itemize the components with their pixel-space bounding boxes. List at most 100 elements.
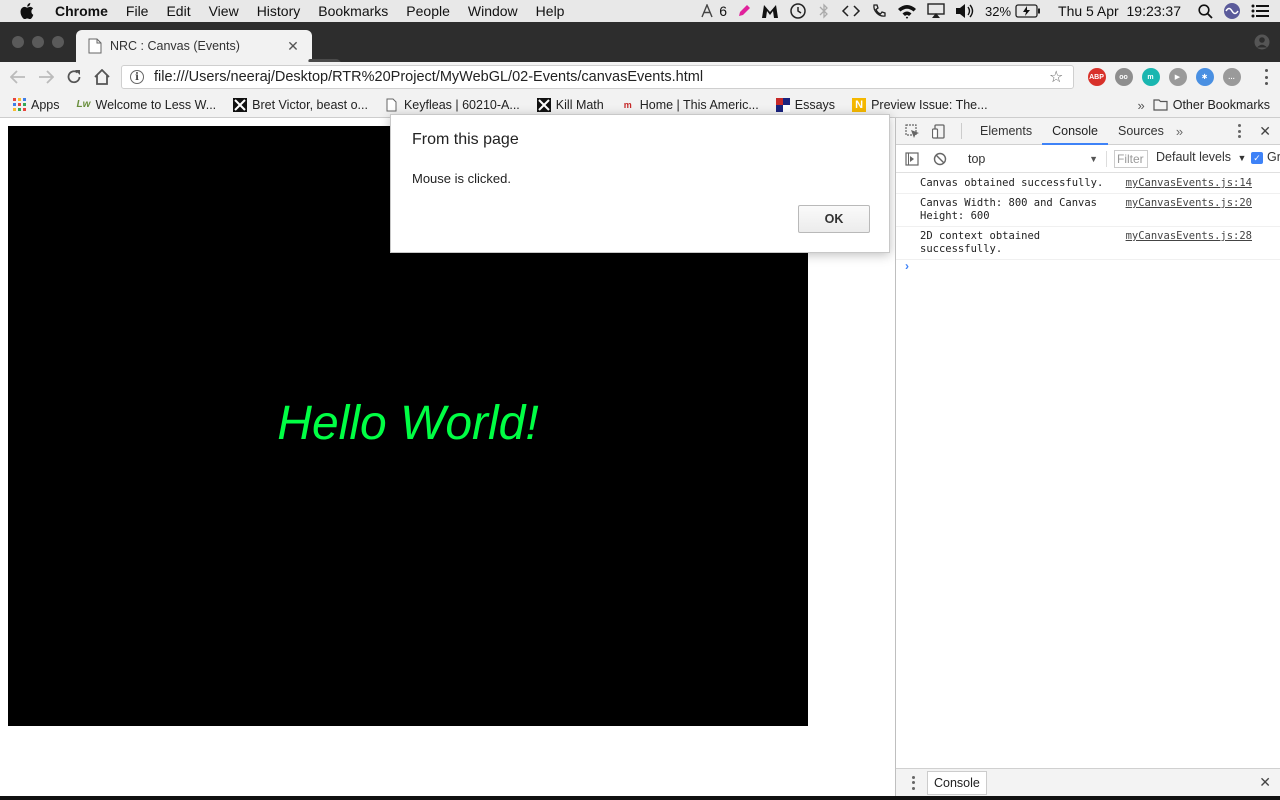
console-source-link[interactable]: myCanvasEvents.js:14: [1126, 177, 1252, 190]
menu-file[interactable]: File: [117, 0, 158, 22]
spotlight-search-icon[interactable]: [1193, 0, 1218, 22]
extension-chat-icon[interactable]: …: [1222, 68, 1241, 86]
menu-chrome[interactable]: Chrome: [46, 0, 117, 22]
console-toolbar: top ▼ Filter Default levels ▼ ✓ Gr: [896, 145, 1280, 173]
address-bar[interactable]: i file:///Users/neeraj/Desktop/RTR%20Pro…: [121, 65, 1074, 89]
log-levels-dropdown[interactable]: Default levels ▼: [1156, 150, 1246, 164]
clear-console-icon[interactable]: [928, 147, 952, 171]
airplay-icon[interactable]: [922, 0, 950, 22]
code-icon[interactable]: [836, 0, 866, 22]
menu-history[interactable]: History: [248, 0, 310, 22]
phone-icon[interactable]: [866, 0, 892, 22]
bluetooth-icon[interactable]: [812, 0, 836, 22]
bookmark-keyfleas[interactable]: Keyfleas | 60210-A...: [385, 98, 520, 112]
bookmark-label: Keyfleas | 60210-A...: [403, 97, 520, 112]
bookmark-this-american-life[interactable]: m Home | This Americ...: [621, 98, 759, 112]
menu-help[interactable]: Help: [527, 0, 574, 22]
bookmark-star-icon[interactable]: ☆: [1049, 67, 1065, 87]
console-source-link[interactable]: myCanvasEvents.js:20: [1126, 197, 1252, 210]
bookmarks-overflow-icon[interactable]: »: [1138, 98, 1145, 113]
folder-icon: [1153, 99, 1168, 111]
window-minimize-button[interactable]: [32, 36, 44, 48]
bookmark-label: Essays: [794, 97, 836, 112]
chrome-menu-icon[interactable]: [1264, 69, 1268, 85]
bookmark-apps[interactable]: Apps: [12, 98, 60, 112]
alert-message: Mouse is clicked.: [412, 171, 511, 186]
menu-bookmarks[interactable]: Bookmarks: [309, 0, 397, 22]
apple-icon[interactable]: [18, 2, 36, 20]
console-message-text: 2D context obtained successfully.: [920, 230, 1041, 255]
menu-view[interactable]: View: [200, 0, 248, 22]
devtools-menu-icon[interactable]: [1237, 124, 1241, 138]
menu-window[interactable]: Window: [459, 0, 527, 22]
bookmark-essays[interactable]: Essays: [775, 97, 836, 112]
extension-snowflake-icon[interactable]: ✱: [1195, 68, 1214, 86]
more-tabs-icon[interactable]: »: [1176, 124, 1183, 139]
battery-icon: [1015, 4, 1041, 18]
siri-icon[interactable]: [1218, 0, 1246, 22]
extension-m-icon[interactable]: m: [1141, 68, 1160, 86]
volume-icon[interactable]: [950, 0, 980, 22]
tab-title: NRC : Canvas (Events): [110, 39, 240, 53]
bookmark-preview-issue[interactable]: N Preview Issue: The...: [852, 97, 988, 112]
console-filter-input[interactable]: Filter: [1114, 150, 1148, 168]
url-text[interactable]: file:///Users/neeraj/Desktop/RTR%20Proje…: [154, 69, 1049, 85]
devtools-close-icon[interactable]: ✕: [1259, 123, 1271, 140]
menu-people[interactable]: People: [397, 0, 459, 22]
tab-close-icon[interactable]: ✕: [286, 38, 300, 54]
site-info-icon[interactable]: i: [130, 70, 144, 84]
pen-icon[interactable]: [732, 0, 756, 22]
profile-icon[interactable]: [1254, 34, 1270, 50]
drawer-menu-icon[interactable]: [911, 775, 915, 790]
device-toolbar-icon[interactable]: [926, 118, 953, 145]
notification-center-icon[interactable]: [1246, 0, 1274, 22]
tab-console[interactable]: Console: [1042, 118, 1108, 145]
tab-sources[interactable]: Sources: [1108, 118, 1174, 145]
malwarebytes-icon[interactable]: [756, 0, 784, 22]
devtools-tab-bar: Elements Console Sources » ✕: [896, 118, 1280, 145]
log-levels-label: Default levels: [1156, 150, 1232, 164]
adobe-notification-status[interactable]: 6: [696, 0, 732, 22]
drawer-tab-console[interactable]: Console: [927, 770, 987, 795]
bookmark-kill-math[interactable]: Kill Math: [536, 97, 604, 112]
console-prompt-icon[interactable]: ›: [905, 259, 909, 273]
time-machine-icon[interactable]: [784, 0, 812, 22]
reload-icon[interactable]: [60, 63, 88, 91]
window-zoom-button[interactable]: [52, 36, 64, 48]
extension-eyes-icon[interactable]: oo: [1114, 68, 1133, 86]
bookmark-label: Bret Victor, beast o...: [252, 97, 368, 112]
devtools-panel: Elements Console Sources » ✕ top ▼ Filte…: [895, 118, 1280, 796]
context-selector[interactable]: top ▼: [968, 150, 1098, 168]
menubar-clock[interactable]: Thu 5 Apr 19:23:37: [1046, 0, 1193, 22]
drawer-close-icon[interactable]: ✕: [1259, 774, 1271, 791]
console-message: 2D context obtained successfully. myCanv…: [896, 227, 1280, 260]
menu-edit[interactable]: Edit: [157, 0, 199, 22]
window-close-button[interactable]: [12, 36, 24, 48]
console-message-text: Canvas obtained successfully.: [920, 177, 1104, 189]
inspect-element-icon[interactable]: [899, 118, 926, 145]
bookmark-label: Kill Math: [555, 97, 604, 112]
dropdown-caret-icon: ▼: [1089, 154, 1098, 164]
bookmark-less-wrong[interactable]: Lw Welcome to Less W...: [77, 98, 217, 112]
group-similar-checkbox[interactable]: ✓: [1251, 152, 1263, 164]
home-icon[interactable]: [88, 63, 116, 91]
tab-elements[interactable]: Elements: [970, 118, 1042, 145]
console-log: Canvas obtained successfully. myCanvasEv…: [896, 174, 1280, 260]
other-bookmarks[interactable]: Other Bookmarks: [1153, 98, 1270, 112]
extension-video-icon[interactable]: ▶: [1168, 68, 1187, 86]
essays-icon: [775, 97, 790, 112]
bookmark-bret-victor[interactable]: Bret Victor, beast o...: [233, 97, 368, 112]
console-source-link[interactable]: myCanvasEvents.js:28: [1126, 230, 1252, 243]
wifi-icon[interactable]: [892, 0, 922, 22]
other-bookmarks-label: Other Bookmarks: [1172, 98, 1270, 112]
adblock-plus-icon[interactable]: ABP: [1087, 68, 1106, 86]
alert-ok-button[interactable]: OK: [798, 205, 870, 233]
battery-status[interactable]: 32%: [980, 0, 1046, 22]
console-message: Canvas Width: 800 and Canvas Height: 600…: [896, 194, 1280, 227]
browser-tab[interactable]: NRC : Canvas (Events) ✕: [76, 30, 312, 62]
sidebar-toggle-icon[interactable]: [900, 147, 924, 171]
status-area: 6 32% Thu 5 Apr 19:23:37: [696, 0, 1280, 22]
back-arrow-icon[interactable]: [4, 63, 32, 91]
alert-dialog: From this page Mouse is clicked. OK: [390, 114, 890, 253]
forward-arrow-icon[interactable]: [32, 63, 60, 91]
